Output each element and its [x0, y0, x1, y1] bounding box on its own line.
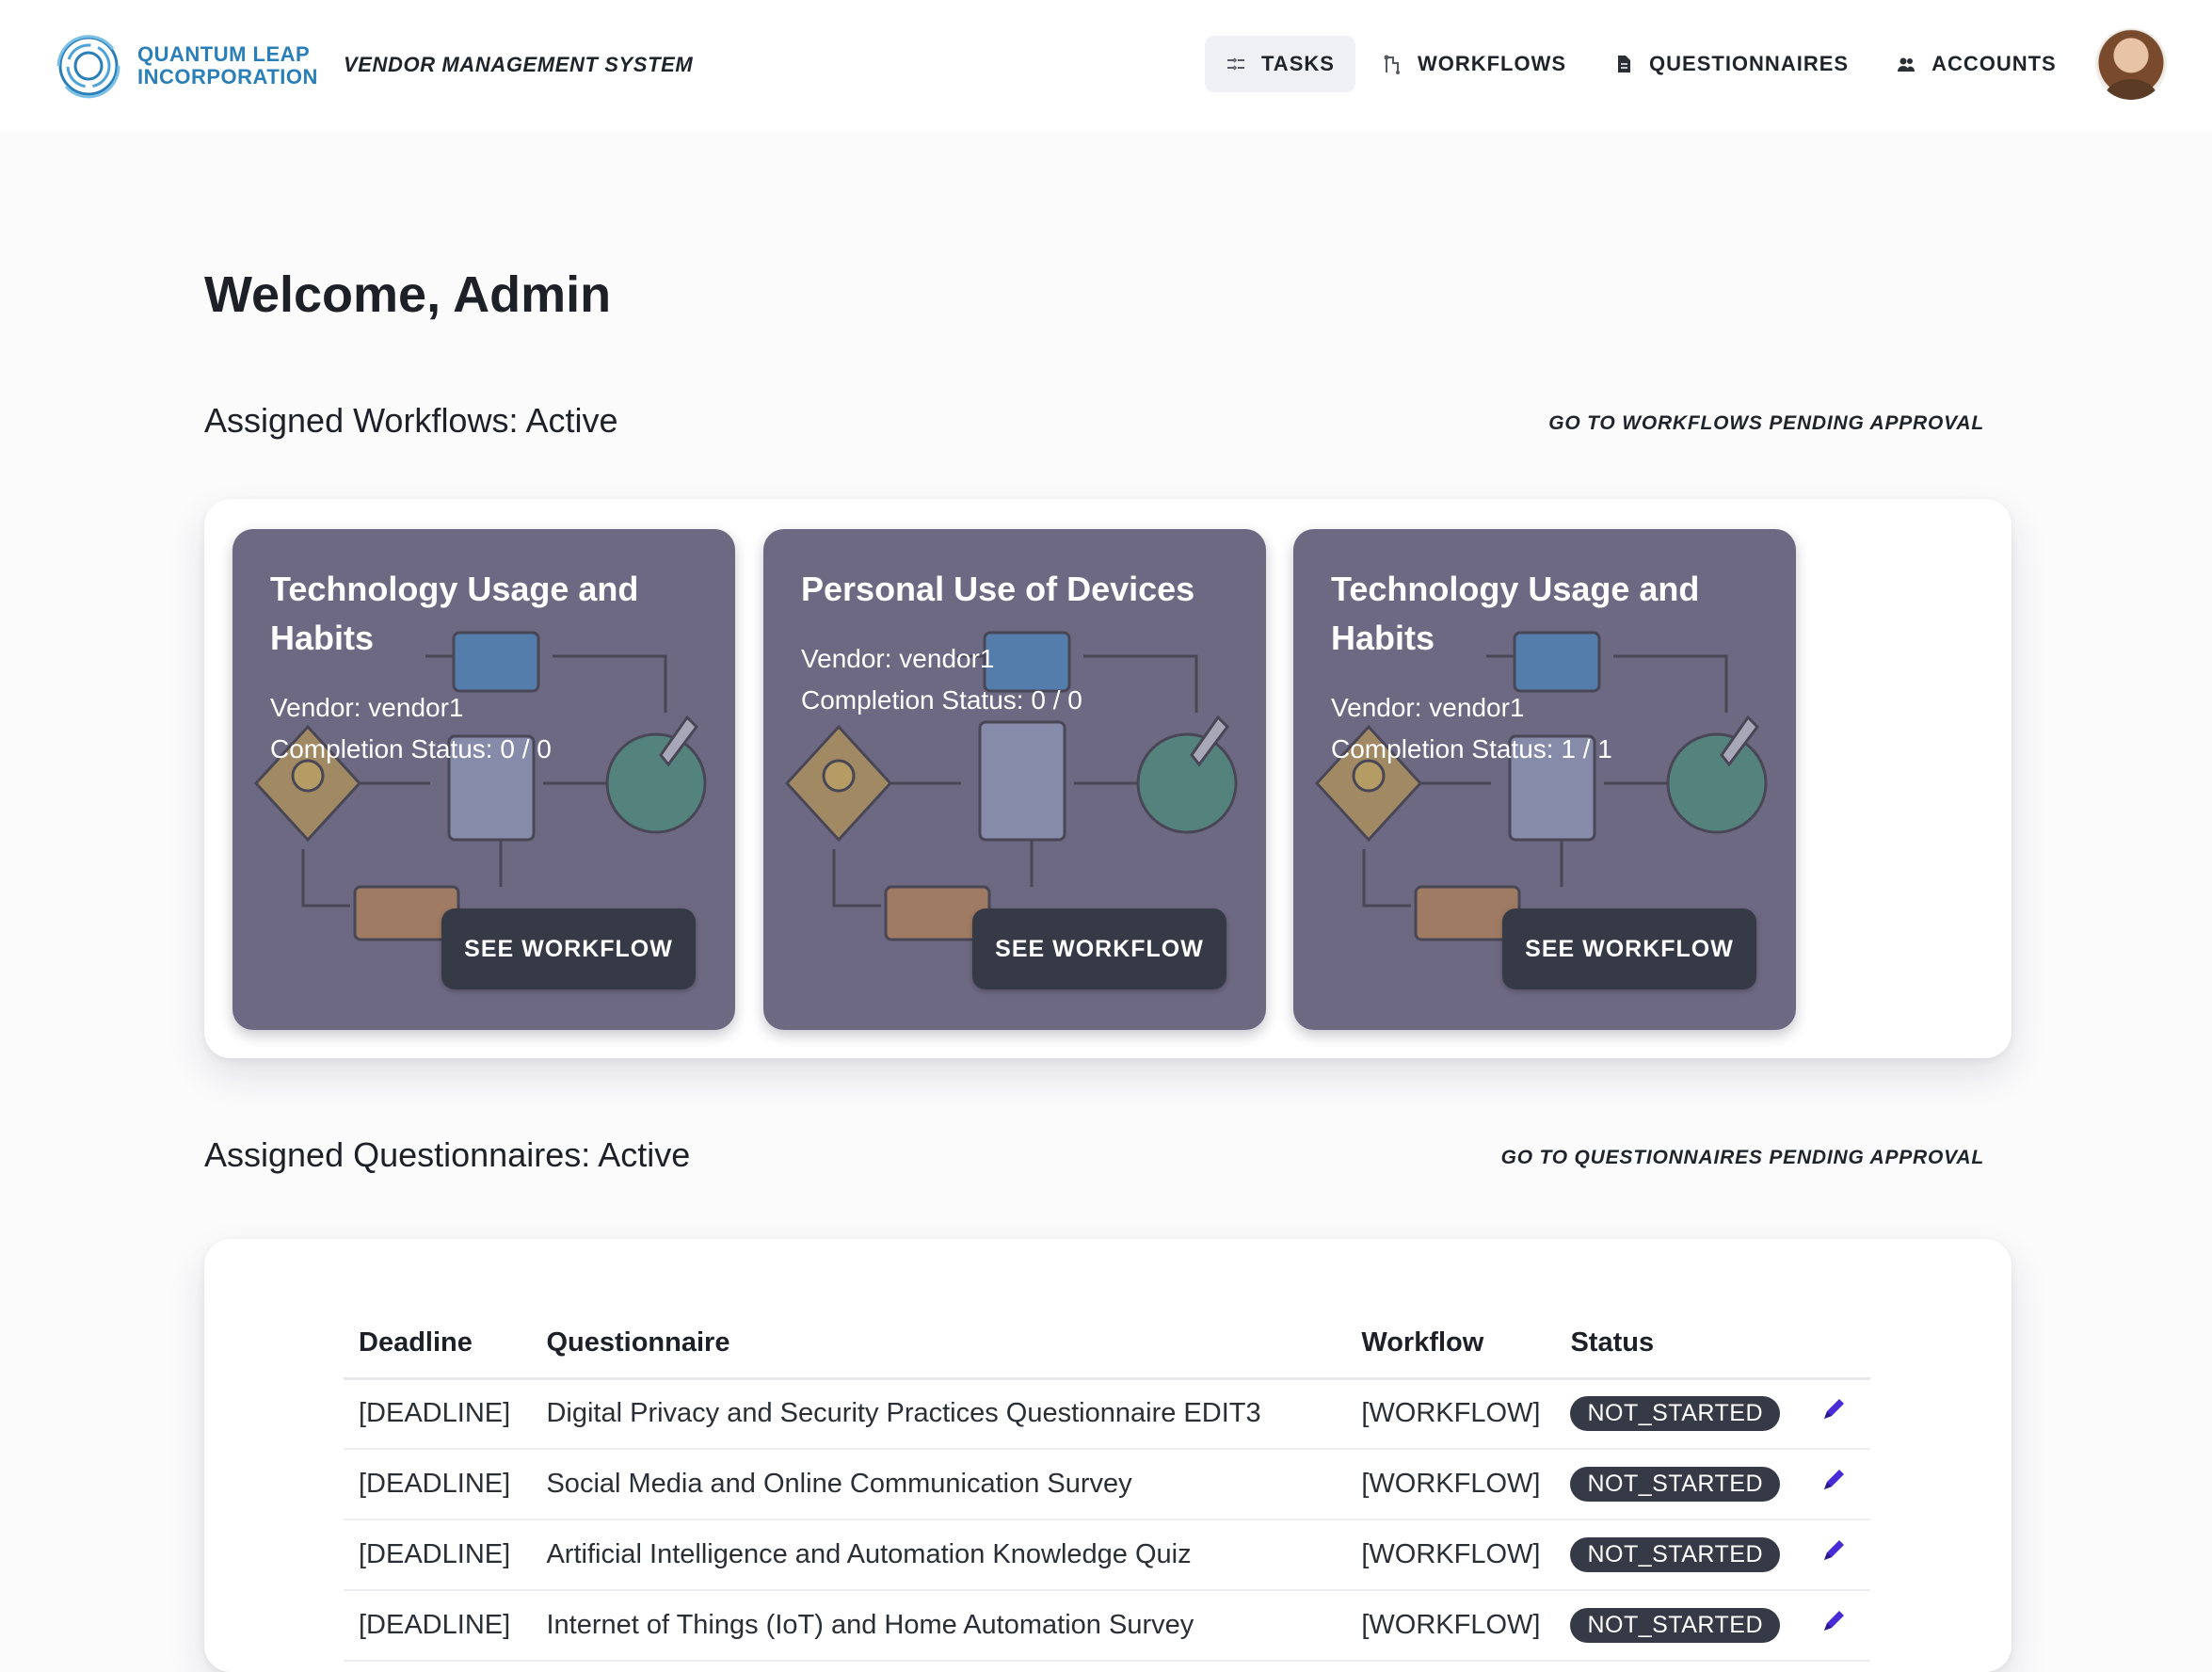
see-workflow-button[interactable]: SEE WORKFLOW [441, 908, 696, 989]
nav-accounts-label: ACCOUNTS [1931, 52, 2057, 75]
user-avatar[interactable] [2095, 28, 2167, 100]
page-title: Welcome, Admin [204, 266, 612, 323]
nav-questionnaires[interactable]: QUESTIONNAIRES [1593, 36, 1869, 92]
edit-pencil-icon[interactable] [1819, 1537, 1847, 1566]
workflow-completion-status: Completion Status: 0 / 0 [270, 734, 552, 764]
questionnaire-cell: Internet of Things (IoT) and Home Automa… [531, 1590, 1347, 1662]
workflow-cell: [WORKFLOW] [1346, 1378, 1556, 1450]
workflow-completion-status: Completion Status: 1 / 1 [1331, 734, 1612, 764]
table-row: [DEADLINE] Artificial Intelligence and A… [344, 1519, 1870, 1591]
see-workflow-button[interactable]: SEE WORKFLOW [1502, 908, 1756, 989]
brand-name-line2: INCORPORATION [137, 65, 318, 88]
see-workflow-button[interactable]: SEE WORKFLOW [972, 908, 1226, 989]
workflows-section-title: Assigned Workflows: Active [204, 401, 618, 440]
workflow-title: Technology Usage and Habits [270, 570, 639, 657]
top-navigation-bar: QUANTUM LEAP INCORPORATION VENDOR MANAGE… [0, 0, 2212, 132]
workflow-cell: [WORKFLOW] [1346, 1519, 1556, 1591]
status-badge: NOT_STARTED [1570, 1467, 1780, 1502]
status-badge: NOT_STARTED [1570, 1537, 1780, 1572]
deadline-cell: [DEADLINE] [344, 1519, 532, 1591]
nav-workflows[interactable]: WORKFLOWS [1361, 36, 1587, 92]
edit-pencil-icon[interactable] [1819, 1467, 1847, 1495]
workflow-card[interactable]: Technology Usage and Habits Vendor: vend… [232, 529, 735, 1030]
column-header-workflow: Workflow [1346, 1309, 1556, 1380]
questionnaires-section-title: Assigned Questionnaires: Active [204, 1135, 691, 1174]
deadline-cell: [DEADLINE] [344, 1590, 532, 1662]
brand-name-line1: QUANTUM LEAP [137, 42, 311, 66]
questionnaires-pending-approval-link[interactable]: GO TO QUESTIONNAIRES PENDING APPROVAL [1501, 1147, 1984, 1169]
nav-workflows-label: WORKFLOWS [1417, 52, 1567, 75]
workflow-cell: [WORKFLOW] [1346, 1590, 1556, 1662]
system-name: VENDOR MANAGEMENT SYSTEM [344, 53, 694, 76]
column-header-deadline: Deadline [344, 1309, 532, 1380]
workflow-card[interactable]: Technology Usage and Habits Vendor: vend… [1293, 529, 1796, 1030]
table-row: [DEADLINE] Social Media and Online Commu… [344, 1449, 1870, 1520]
workflow-card[interactable]: Personal Use of Devices Vendor: vendor1 … [763, 529, 1266, 1030]
tasks-icon [1226, 54, 1246, 74]
users-icon [1896, 54, 1916, 74]
workflow-vendor: Vendor: vendor1 [270, 693, 464, 722]
table-header-row: Deadline Questionnaire Workflow Status [344, 1309, 1870, 1380]
workflow-vendor: Vendor: vendor1 [801, 644, 995, 673]
company-logo[interactable]: QUANTUM LEAP INCORPORATION [47, 24, 318, 107]
document-icon [1613, 54, 1634, 74]
main-nav: TASKS WORKFLOWS QUESTIONNAIRES ACCOUNTS [1205, 36, 2083, 92]
column-header-status: Status [1555, 1309, 1803, 1380]
questionnaire-cell: Artificial Intelligence and Automation K… [531, 1519, 1347, 1591]
quantum-leap-logo-icon [56, 35, 120, 99]
nav-accounts[interactable]: ACCOUNTS [1875, 36, 2077, 92]
workflows-panel: Technology Usage and Habits Vendor: vend… [204, 499, 2012, 1058]
questionnaire-cell: Social Media and Online Communication Su… [531, 1449, 1347, 1520]
workflows-pending-approval-link[interactable]: GO TO WORKFLOWS PENDING APPROVAL [1548, 412, 1984, 435]
edit-pencil-icon[interactable] [1819, 1608, 1847, 1636]
questionnaire-cell: Digital Privacy and Security Practices Q… [531, 1378, 1347, 1450]
table-row: [DEADLINE] Digital Privacy and Security … [344, 1378, 1870, 1450]
deadline-cell: [DEADLINE] [344, 1449, 532, 1520]
workflow-vendor: Vendor: vendor1 [1331, 693, 1525, 722]
column-header-questionnaire: Questionnaire [531, 1309, 1347, 1380]
nav-questionnaires-label: QUESTIONNAIRES [1649, 52, 1850, 75]
deadline-cell: [DEADLINE] [344, 1378, 532, 1450]
nav-tasks-label: TASKS [1261, 52, 1335, 75]
workflow-completion-status: Completion Status: 0 / 0 [801, 685, 1082, 715]
edit-pencil-icon[interactable] [1819, 1396, 1847, 1424]
workflow-icon [1382, 54, 1403, 74]
workflow-title: Technology Usage and Habits [1331, 570, 1700, 657]
table-row: [DEADLINE] Internet of Things (IoT) and … [344, 1590, 1870, 1662]
questionnaires-panel: Deadline Questionnaire Workflow Status [… [204, 1239, 2012, 1672]
workflow-title: Personal Use of Devices [801, 570, 1195, 608]
questionnaires-table: Deadline Questionnaire Workflow Status [… [344, 1309, 1870, 1662]
status-badge: NOT_STARTED [1570, 1608, 1780, 1643]
workflow-cell: [WORKFLOW] [1346, 1449, 1556, 1520]
nav-tasks[interactable]: TASKS [1205, 36, 1355, 92]
status-badge: NOT_STARTED [1570, 1396, 1780, 1432]
